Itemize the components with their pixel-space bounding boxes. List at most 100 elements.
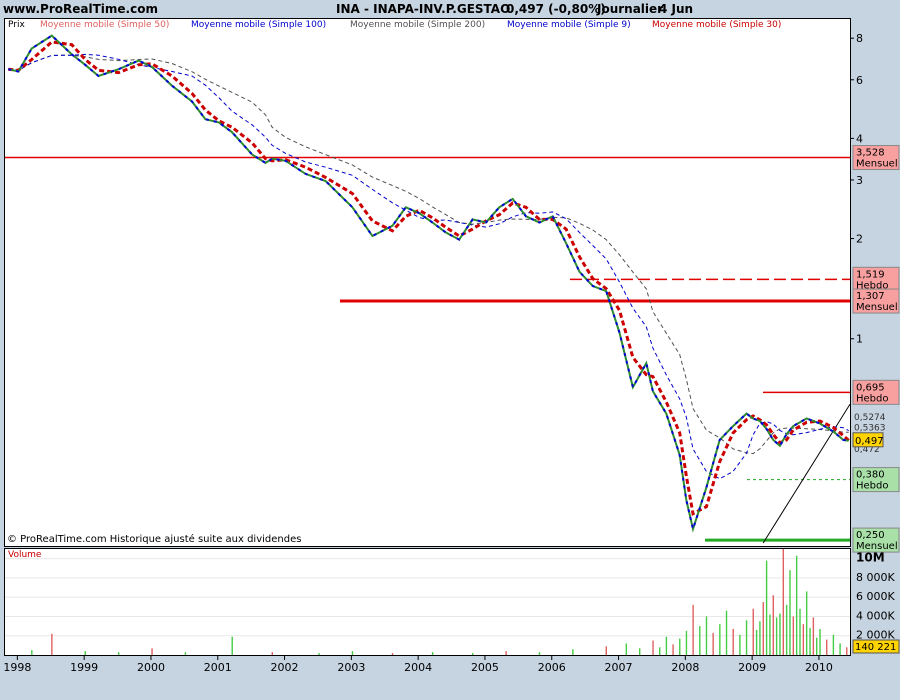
volume-bar bbox=[765, 560, 768, 655]
volume-bar bbox=[812, 617, 815, 655]
price-tick-label: 3 bbox=[856, 174, 863, 187]
volume-panel[interactable]: Volume bbox=[4, 548, 851, 656]
quote-value: 0,497 (-0,80%) bbox=[506, 2, 606, 16]
sma30-line bbox=[8, 40, 850, 516]
x-tick-label: 1998 bbox=[3, 661, 31, 674]
volume-bar bbox=[799, 608, 801, 655]
site-name[interactable]: www.ProRealTime.com bbox=[3, 2, 158, 16]
volume-bar bbox=[789, 570, 791, 655]
volume-bar bbox=[538, 652, 541, 655]
volume-tick-label: 4 000K bbox=[856, 609, 895, 622]
volume-tick-label: 8 000K bbox=[856, 571, 895, 584]
volume-bar bbox=[739, 634, 741, 655]
volume-bar bbox=[745, 620, 748, 655]
volume-bar bbox=[652, 640, 654, 655]
volume-bar bbox=[816, 637, 818, 655]
level-period: Mensuel bbox=[856, 302, 898, 313]
price-tick-label: 8 bbox=[856, 32, 863, 45]
volume-bar bbox=[351, 651, 354, 655]
volume-bar bbox=[826, 639, 828, 655]
volume-bar bbox=[762, 602, 764, 655]
volume-bar bbox=[692, 604, 694, 655]
volume-bar bbox=[792, 616, 795, 655]
price-tick-label: 6 bbox=[856, 74, 863, 87]
level-value: 0,380 bbox=[856, 470, 885, 481]
level-value: 0,250 bbox=[856, 530, 885, 541]
volume-bar bbox=[184, 652, 187, 655]
volume-bar bbox=[779, 613, 781, 655]
volume-bar bbox=[712, 632, 714, 655]
price-panel[interactable]: Prix Moyenne mobile (Simple 50) Moyenne … bbox=[4, 18, 851, 547]
level-period: Mensuel bbox=[856, 159, 898, 170]
volume-tick-label: 6 000K bbox=[856, 590, 895, 603]
date-label: 4 Jun bbox=[659, 2, 694, 16]
volume-bar bbox=[679, 638, 681, 655]
volume-bar bbox=[665, 636, 668, 655]
last-price-value: 0,497 bbox=[855, 436, 884, 447]
level-period: Hebdo bbox=[856, 481, 889, 492]
volume-bar bbox=[719, 624, 721, 655]
price-tick-label: 4 bbox=[856, 132, 863, 145]
volume-bar bbox=[84, 651, 86, 655]
volume-bar bbox=[231, 636, 233, 655]
volume-bar bbox=[625, 643, 628, 655]
level-value: 1,307 bbox=[856, 291, 885, 302]
time-axis: 1998 1999 2000 2001 2002 2003 2004 2005 2006 2007… bbox=[3, 656, 833, 674]
volume-bar bbox=[318, 653, 320, 655]
volume-bar bbox=[659, 647, 661, 655]
volume-bar bbox=[431, 652, 434, 655]
volume-bar bbox=[391, 653, 394, 655]
x-tick-label: 2005 bbox=[471, 661, 499, 674]
x-tick-label: 2010 bbox=[805, 661, 833, 674]
x-tick-label: 2004 bbox=[404, 661, 432, 674]
volume-bar bbox=[809, 628, 811, 655]
volume-bar bbox=[752, 608, 754, 655]
volume-bar bbox=[755, 629, 758, 655]
volume-bar bbox=[117, 652, 120, 655]
x-tick-label: 2008 bbox=[671, 661, 699, 674]
instrument-name: INA - INAPA-INV.P.GESTAO bbox=[336, 2, 511, 16]
sma100-line bbox=[8, 53, 849, 480]
volume-last-value: 140 221 bbox=[855, 642, 896, 653]
volume-bar bbox=[572, 649, 574, 655]
volume-bar bbox=[699, 626, 701, 655]
volume-bar bbox=[638, 648, 641, 655]
x-tick-label: 2001 bbox=[204, 661, 232, 674]
price-axis: 8643213,528Mensuel1,519Hebdo1,307Mensuel… bbox=[850, 32, 900, 553]
period-label: Journalier bbox=[597, 2, 664, 16]
price-small-label: 0,5274 bbox=[854, 413, 886, 423]
volume-bar bbox=[672, 644, 674, 655]
volume-bar bbox=[772, 595, 774, 655]
volume-bar bbox=[805, 591, 808, 655]
level-value: 3,528 bbox=[856, 148, 885, 159]
volume-bar bbox=[795, 555, 798, 655]
price-small-label: 0,5363 bbox=[854, 423, 886, 433]
price-tick-label: 1 bbox=[856, 333, 863, 346]
trendline bbox=[762, 403, 850, 544]
x-tick-label: 2003 bbox=[337, 661, 365, 674]
volume-bar bbox=[802, 624, 805, 655]
level-value: 1,519 bbox=[856, 269, 885, 280]
volume-bar bbox=[785, 604, 788, 655]
volume-bar bbox=[605, 646, 607, 655]
volume-bar bbox=[759, 621, 761, 655]
x-tick-label: 2006 bbox=[538, 661, 566, 674]
volume-bar bbox=[832, 634, 835, 655]
x-tick-label: 2007 bbox=[605, 661, 633, 674]
volume-bar bbox=[151, 648, 153, 655]
volume-tick-label: 10M bbox=[856, 551, 885, 565]
volume-bar bbox=[505, 651, 507, 655]
volume-bar bbox=[705, 616, 708, 655]
volume-axis: 10M8 000K6 000K4 000K2 000K140 221 bbox=[852, 551, 900, 654]
price-tick-label: 2 bbox=[856, 233, 863, 246]
volume-bar bbox=[685, 630, 688, 655]
volume-bar bbox=[769, 614, 771, 655]
volume-bar bbox=[846, 647, 848, 655]
x-tick-label: 2009 bbox=[738, 661, 766, 674]
volume-bar bbox=[819, 628, 821, 655]
footer-note: © ProRealTime.com Historique ajusté suit… bbox=[7, 534, 302, 545]
volume-bar bbox=[31, 650, 33, 655]
volume-bar bbox=[775, 617, 778, 655]
x-tick-label: 2000 bbox=[137, 661, 165, 674]
volume-bar bbox=[839, 643, 841, 655]
